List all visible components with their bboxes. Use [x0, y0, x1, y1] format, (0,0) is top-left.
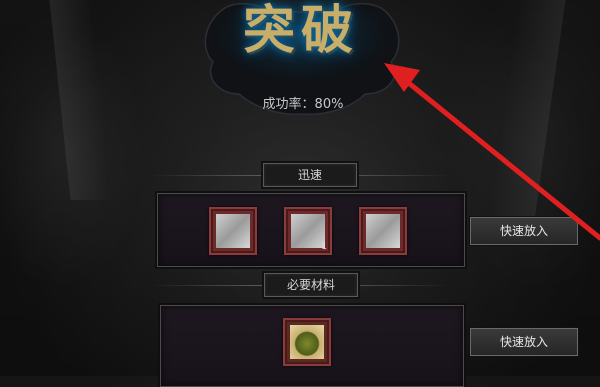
- annotation-arrow: [384, 63, 600, 241]
